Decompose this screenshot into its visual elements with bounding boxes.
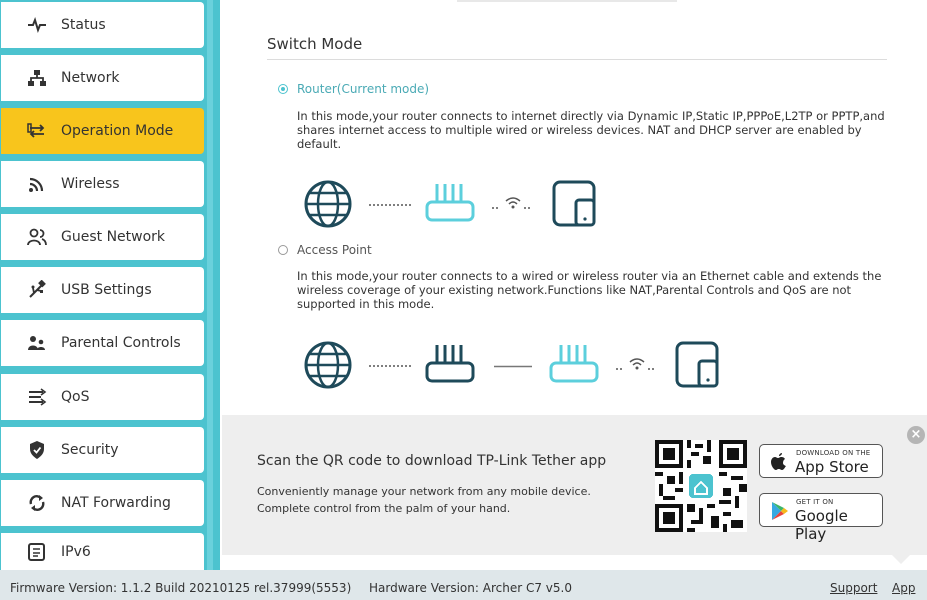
sidebar-item-label: Parental Controls	[61, 335, 181, 351]
apple-icon	[771, 453, 786, 470]
sidebar-item-label: Guest Network	[61, 229, 166, 245]
wifi-signal-icon	[492, 197, 532, 209]
main-content: Switch Mode Router(Current mode) In this…	[222, 0, 927, 570]
sidebar-item-ipv6[interactable]: IPv6	[1, 533, 204, 570]
page-title: Switch Mode	[267, 35, 363, 53]
promo-pointer	[892, 555, 910, 564]
google-play-button[interactable]: GET IT ON Google Play	[759, 493, 883, 543]
wireless-icon	[27, 174, 47, 194]
access-point-description: In this mode,your router connects to a w…	[297, 269, 882, 311]
sidebar-item-security[interactable]: Security	[1, 427, 204, 473]
sidebar-item-label: Operation Mode	[61, 123, 174, 139]
parental-icon	[27, 333, 47, 353]
router-mode-radio[interactable]	[278, 84, 288, 94]
sidebar-item-label: USB Settings	[61, 282, 152, 298]
mobile-device-icon	[552, 180, 596, 227]
access-point-label[interactable]: Access Point	[297, 243, 372, 257]
promo-line-1: Conveniently manage your network from an…	[257, 485, 591, 498]
pulse-icon	[27, 15, 47, 35]
main-router-icon	[425, 345, 475, 383]
firmware-version: Firmware Version: 1.1.2 Build 20210125 r…	[10, 581, 352, 595]
sidebar-item-nat-forwarding[interactable]: NAT Forwarding	[1, 480, 204, 526]
router-mode-label[interactable]: Router(Current mode)	[297, 82, 429, 96]
guest-icon	[27, 227, 47, 247]
network-icon	[27, 68, 47, 88]
sidebar-item-label: Wireless	[61, 176, 120, 192]
app-store-small-text: DOWNLOAD ON THE	[796, 449, 871, 457]
globe-icon	[304, 341, 352, 389]
title-divider	[267, 59, 887, 60]
sidebar-item-guest-network[interactable]: Guest Network	[1, 214, 204, 260]
google-play-small-text: GET IT ON	[796, 498, 834, 506]
sidebar-item-network[interactable]: Network	[1, 55, 204, 101]
sidebar-item-status[interactable]: Status	[1, 2, 204, 48]
app-store-label: App Store	[795, 458, 869, 476]
access-point-radio[interactable]	[278, 245, 288, 255]
sidebar-item-label: Network	[61, 70, 120, 86]
globe-icon	[304, 180, 352, 228]
sidebar-item-parental-controls[interactable]: Parental Controls	[1, 320, 204, 366]
top-divider	[457, 0, 677, 2]
ipv6-icon	[27, 542, 47, 562]
qos-icon	[27, 387, 47, 407]
mobile-device-icon	[675, 341, 719, 388]
router-icon	[425, 184, 475, 222]
router-icon	[549, 345, 599, 383]
support-link[interactable]: Support	[830, 581, 877, 595]
tether-app-promo: Scan the QR code to download TP-Link Tet…	[222, 415, 927, 555]
footer: Firmware Version: 1.1.2 Build 20210125 r…	[0, 570, 927, 600]
sidebar-item-label: QoS	[61, 389, 90, 405]
sidebar-item-qos[interactable]: QoS	[1, 374, 204, 420]
usb-icon	[27, 280, 47, 300]
sidebar-item-operation-mode[interactable]: Operation Mode	[1, 108, 204, 154]
dotted-connection	[369, 204, 411, 206]
sidebar-item-label: Security	[61, 442, 119, 458]
app-store-button[interactable]: DOWNLOAD ON THE App Store	[759, 444, 883, 478]
dotted-connection	[369, 365, 411, 367]
google-play-label: Google Play	[795, 507, 848, 543]
promo-title: Scan the QR code to download TP-Link Tet…	[257, 453, 607, 469]
sidebar-item-label: IPv6	[61, 543, 91, 560]
operation-mode-icon	[27, 121, 47, 141]
sidebar-item-label: Status	[61, 17, 106, 33]
router-mode-description: In this mode,your router connects to int…	[297, 109, 885, 151]
shield-icon	[27, 440, 47, 460]
promo-line-2: Complete control from the palm of your h…	[257, 502, 511, 515]
wifi-signal-icon	[616, 358, 656, 370]
nat-icon	[27, 493, 47, 513]
ethernet-connection	[494, 365, 532, 368]
google-play-icon	[772, 502, 788, 520]
app-link[interactable]: App	[892, 581, 915, 595]
close-promo-button[interactable]: ×	[907, 426, 925, 444]
sidebar-item-usb-settings[interactable]: USB Settings	[1, 267, 204, 313]
sidebar: Status Network Operation Mode Wireless G…	[0, 0, 220, 570]
sidebar-item-label: NAT Forwarding	[61, 495, 171, 511]
qr-code	[655, 440, 747, 532]
sidebar-item-wireless[interactable]: Wireless	[1, 161, 204, 207]
hardware-version: Hardware Version: Archer C7 v5.0	[369, 581, 572, 595]
